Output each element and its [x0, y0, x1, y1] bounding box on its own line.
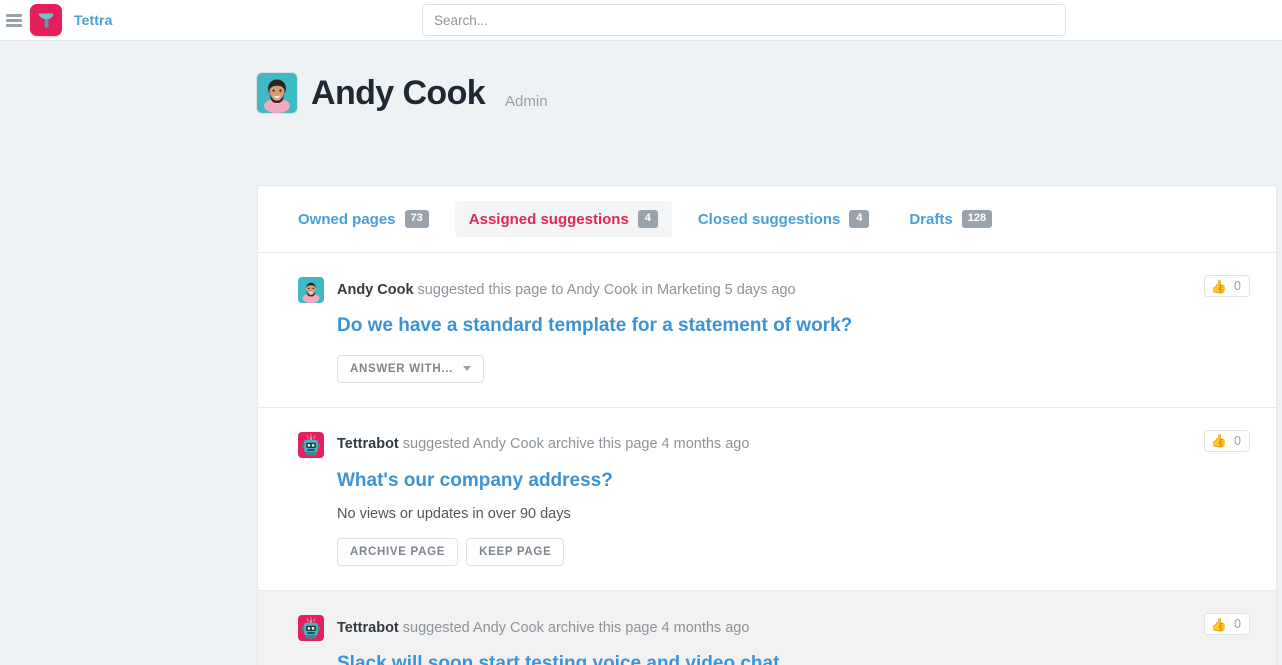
reaction-count: 0 [1234, 617, 1241, 632]
tab-count-badge: 128 [961, 210, 993, 228]
profile-role: Admin [505, 93, 548, 110]
suggestion-row: Andy Cook suggested this page to Andy Co… [258, 253, 1276, 408]
tab-owned-pages[interactable]: Owned pages 73 [284, 201, 443, 236]
tab-count-badge: 4 [849, 210, 870, 228]
suggestion-meta-line: Tettrabot suggested Andy Cook archive th… [298, 615, 1250, 642]
tab-label: Closed suggestions [697, 210, 841, 228]
suggestion-title-link[interactable]: Slack will soon start testing voice and … [337, 651, 779, 665]
thumbs-up-reaction-button[interactable]: 👍 0 [1203, 429, 1250, 452]
thumbs-up-reaction-button[interactable]: 👍 0 [1203, 613, 1250, 636]
content-card: Owned pages 73 Assigned suggestions 4 Closed… [257, 185, 1277, 665]
thumbs-up-icon: 👍 [1210, 278, 1228, 294]
suggestion-body: Slack will soon start testing voice and … [298, 647, 1250, 665]
suggestion-action-buttons: Answer with... [337, 354, 1250, 383]
search-input[interactable] [422, 4, 1066, 36]
button-label: Archive page [350, 546, 446, 559]
tab-count-badge: 73 [404, 210, 429, 228]
suggestion-meta-text: Tettrabot suggested Andy Cook archive th… [337, 619, 749, 638]
suggestion-meta-line: Tettrabot suggested Andy Cook archive th… [298, 431, 1250, 458]
suggestion-actor: Tettrabot [337, 619, 399, 636]
keep-page-button[interactable]: Keep page [466, 538, 565, 567]
suggestion-actor: Andy Cook [337, 281, 414, 298]
tab-count-badge: 4 [637, 210, 658, 228]
page-title: Andy Cook [311, 74, 486, 112]
tab-closed-suggestions[interactable]: Closed suggestions 4 [684, 201, 884, 236]
tettra-logo-icon[interactable] [30, 4, 62, 36]
tettrabot-avatar-icon [298, 615, 324, 642]
suggestion-title-link[interactable]: Do we have a standard template for a sta… [337, 313, 852, 339]
tab-assigned-suggestions[interactable]: Assigned suggestions 4 [454, 201, 672, 237]
suggestion-meta-detail: suggested Andy Cook archive this page 4 … [398, 436, 750, 453]
thumbs-up-icon: 👍 [1210, 616, 1228, 632]
suggestion-body: Do we have a standard template for a sta… [298, 309, 1250, 383]
tab-label: Assigned suggestions [468, 210, 629, 228]
suggestion-actor: Tettrabot [337, 436, 399, 453]
suggestion-meta-text: Andy Cook suggested this page to Andy Co… [337, 281, 796, 300]
suggestion-meta-detail: suggested Andy Cook archive this page 4 … [398, 619, 750, 636]
page-body: Andy Cook Admin Owned pages 73 Assigned su… [0, 41, 1282, 665]
reaction-count: 0 [1234, 279, 1241, 293]
suggestion-meta-detail: suggested this page to Andy Cook in Mark… [413, 281, 796, 298]
search-box[interactable] [422, 4, 1066, 36]
suggestion-meta-line: Andy Cook suggested this page to Andy Co… [298, 277, 1250, 303]
profile-header: Andy Cook Admin [257, 73, 548, 113]
suggestions-list: Andy Cook suggested this page to Andy Co… [258, 253, 1276, 665]
thumbs-up-icon: 👍 [1210, 433, 1228, 449]
suggestion-row: Tettrabot suggested Andy Cook archive th… [258, 408, 1276, 592]
suggestion-action-buttons: Archive page Keep page [337, 538, 1250, 567]
hamburger-icon[interactable] [6, 13, 22, 27]
thumbs-up-reaction-button[interactable]: 👍 0 [1203, 275, 1250, 297]
brand-name[interactable]: Tettra [74, 12, 112, 28]
top-navigation-bar: Tettra [0, 0, 1282, 41]
suggestion-title-link[interactable]: What's our company address? [337, 468, 613, 494]
reaction-count: 0 [1234, 433, 1241, 448]
archive-page-button[interactable]: Archive page [337, 538, 459, 567]
suggestion-subtitle: No views or updates in over 90 days [337, 506, 571, 523]
suggestion-meta-text: Tettrabot suggested Andy Cook archive th… [337, 435, 749, 454]
chevron-down-icon [463, 366, 472, 372]
tab-drafts[interactable]: Drafts 128 [895, 201, 1006, 236]
tettrabot-avatar-icon [298, 431, 324, 458]
tab-label: Drafts [909, 210, 953, 228]
user-avatar-icon [298, 277, 324, 303]
button-label: Answer with... [350, 362, 454, 375]
avatar [257, 73, 297, 113]
button-label: Keep page [479, 546, 552, 559]
answer-with-button[interactable]: Answer with... [337, 354, 485, 383]
suggestion-row: Tettrabot suggested Andy Cook archive th… [258, 591, 1276, 665]
suggestion-body: What's our company address? No views or u… [298, 464, 1250, 567]
tab-bar: Owned pages 73 Assigned suggestions 4 Closed… [258, 186, 1276, 253]
tab-label: Owned pages [298, 210, 396, 228]
